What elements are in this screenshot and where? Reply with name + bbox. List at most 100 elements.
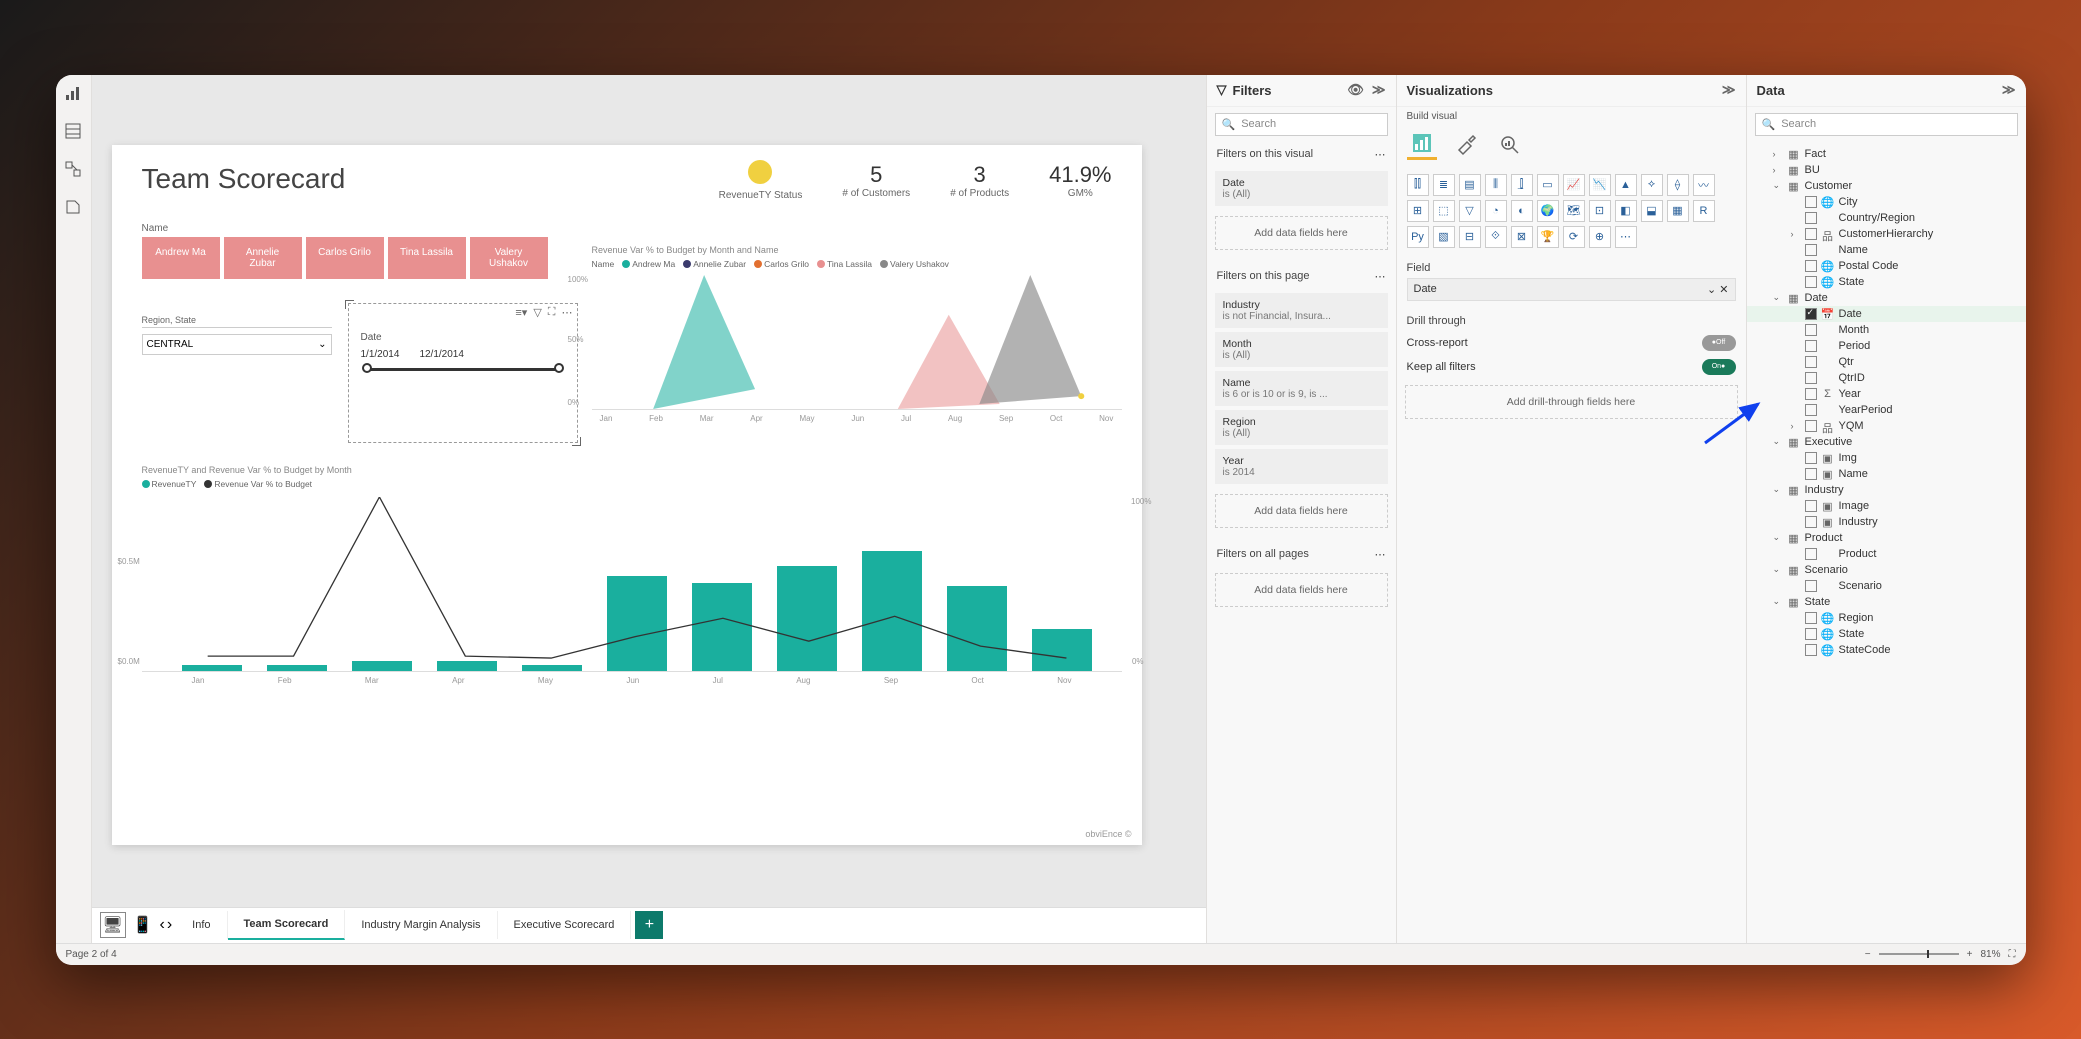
table-view-icon[interactable] <box>63 121 83 141</box>
collapse-icon[interactable]: ≫ <box>1372 82 1386 98</box>
checkbox[interactable] <box>1805 372 1817 384</box>
remove-field-icon[interactable]: ✕ <box>1719 284 1728 296</box>
viz-type-1[interactable]: ≣ <box>1433 174 1455 196</box>
checkbox[interactable] <box>1805 308 1817 320</box>
checkbox[interactable] <box>1805 244 1817 256</box>
name-carlos[interactable]: Carlos Grilo <box>306 237 384 279</box>
tree-field-product[interactable]: Product <box>1747 546 2026 562</box>
checkbox[interactable] <box>1805 548 1817 560</box>
checkbox[interactable] <box>1805 276 1817 288</box>
tree-field-period[interactable]: Period <box>1747 338 2026 354</box>
region-dropdown[interactable]: CENTRAL⌄ <box>142 334 332 355</box>
viz-type-10[interactable]: ⟠ <box>1667 174 1689 196</box>
tree-field-date[interactable]: 📅Date <box>1747 306 2026 322</box>
zoom-out-icon[interactable]: − <box>1865 949 1871 960</box>
fit-page-icon[interactable]: ⛶ <box>2009 949 2016 960</box>
model-view-icon[interactable] <box>63 159 83 179</box>
viz-type-24[interactable]: Py <box>1407 226 1429 248</box>
mobile-layout-icon[interactable]: 📱 <box>130 912 156 938</box>
viz-type-18[interactable]: 🗺 <box>1563 200 1585 222</box>
viz-type-11[interactable]: 〰 <box>1693 174 1715 196</box>
checkbox[interactable] <box>1805 612 1817 624</box>
checkbox[interactable] <box>1805 516 1817 528</box>
tree-field-scenario[interactable]: Scenario <box>1747 578 2026 594</box>
filters-search[interactable]: 🔍Search <box>1215 113 1388 136</box>
checkbox[interactable] <box>1805 580 1817 592</box>
more-icon[interactable]: ⋯ <box>562 306 573 319</box>
tree-field-img[interactable]: ▣Img <box>1747 450 2026 466</box>
tree-field-country-region[interactable]: Country/Region <box>1747 210 2026 226</box>
focus-icon[interactable]: ⛶ <box>548 306 556 319</box>
analytics-tab[interactable] <box>1495 130 1525 160</box>
desktop-layout-icon[interactable]: 🖥 <box>100 912 126 938</box>
tree-field-industry[interactable]: ▣Industry <box>1747 514 2026 530</box>
viz-type-21[interactable]: ⬓ <box>1641 200 1663 222</box>
viz-type-31[interactable]: ⊕ <box>1589 226 1611 248</box>
checkbox[interactable] <box>1805 356 1817 368</box>
viz-type-28[interactable]: ⊠ <box>1511 226 1533 248</box>
cross-report-toggle[interactable]: ●Off <box>1702 335 1736 351</box>
tree-field-image[interactable]: ▣Image <box>1747 498 2026 514</box>
checkbox[interactable] <box>1805 340 1817 352</box>
filter-card[interactable]: Yearis 2014 <box>1215 449 1388 484</box>
tab-executive[interactable]: Executive Scorecard <box>498 911 632 939</box>
tab-info[interactable]: Info <box>176 911 227 939</box>
filter-card[interactable]: Nameis 6 or is 10 or is 9, is ... <box>1215 371 1388 406</box>
data-search[interactable]: 🔍Search <box>1755 113 2018 136</box>
filter-card[interactable]: Industryis not Financial, Insura... <box>1215 293 1388 328</box>
tree-table-scenario[interactable]: ⌄▦Scenario <box>1747 562 2026 578</box>
kpi-products[interactable]: 3 # of Products <box>950 162 1009 199</box>
viz-type-20[interactable]: ◧ <box>1615 200 1637 222</box>
viz-type-30[interactable]: ⟳ <box>1563 226 1585 248</box>
viz-type-9[interactable]: ⟡ <box>1641 174 1663 196</box>
tree-field-name[interactable]: ▣Name <box>1747 466 2026 482</box>
eye-icon[interactable]: 👁 <box>1347 82 1364 98</box>
tree-table-industry[interactable]: ⌄▦Industry <box>1747 482 2026 498</box>
filter-icon[interactable]: ▽ <box>533 306 541 319</box>
checkbox[interactable] <box>1805 324 1817 336</box>
report-canvas[interactable]: Team Scorecard RevenueTY Status 5 # of C… <box>112 145 1142 845</box>
checkbox[interactable] <box>1805 644 1817 656</box>
collapse-icon[interactable]: ≫ <box>1722 82 1736 98</box>
tree-field-qtr[interactable]: Qtr <box>1747 354 2026 370</box>
chart-revenue-combo[interactable]: RevenueTY and Revenue Var % to Budget by… <box>142 465 1122 695</box>
filter-card[interactable]: Regionis (All) <box>1215 410 1388 445</box>
build-visual-tab[interactable] <box>1407 130 1437 160</box>
viz-type-2[interactable]: ▤ <box>1459 174 1481 196</box>
add-visual-filter[interactable]: Add data fields here <box>1215 216 1388 250</box>
checkbox[interactable] <box>1805 388 1817 400</box>
more-icon[interactable]: ⋯ <box>1375 548 1386 561</box>
kpi-gm[interactable]: 41.9% GM% <box>1049 162 1111 199</box>
tree-field-month[interactable]: Month <box>1747 322 2026 338</box>
tree-table-product[interactable]: ⌄▦Product <box>1747 530 2026 546</box>
slider-handle-end[interactable] <box>554 363 564 373</box>
prev-page-icon[interactable]: ‹ <box>160 916 165 934</box>
tree-field-name[interactable]: Name <box>1747 242 2026 258</box>
tree-field-customerhierarchy[interactable]: ›品CustomerHierarchy <box>1747 226 2026 242</box>
tab-industry[interactable]: Industry Margin Analysis <box>345 911 497 939</box>
viz-type-26[interactable]: ⊟ <box>1459 226 1481 248</box>
zoom-slider[interactable] <box>1879 953 1959 955</box>
kpi-customers[interactable]: 5 # of Customers <box>842 162 910 199</box>
viz-type-5[interactable]: ▭ <box>1537 174 1559 196</box>
tree-field-yqm[interactable]: ›品YQM <box>1747 418 2026 434</box>
filter-card[interactable]: Dateis (All) <box>1215 171 1388 206</box>
checkbox[interactable] <box>1805 452 1817 464</box>
dax-view-icon[interactable] <box>63 197 83 217</box>
keep-filters-toggle[interactable]: On● <box>1702 359 1736 375</box>
viz-type-14[interactable]: ▽ <box>1459 200 1481 222</box>
tree-table-executive[interactable]: ⌄▦Executive <box>1747 434 2026 450</box>
slider-handle-start[interactable] <box>362 363 372 373</box>
checkbox[interactable] <box>1805 404 1817 416</box>
chart-revenue-var[interactable]: Revenue Var % to Budget by Month and Nam… <box>592 245 1122 435</box>
collapse-icon[interactable]: ≫ <box>2002 82 2016 98</box>
tree-field-year[interactable]: ΣYear <box>1747 386 2026 402</box>
name-tina[interactable]: Tina Lassila <box>388 237 466 279</box>
viz-type-25[interactable]: ▧ <box>1433 226 1455 248</box>
checkbox[interactable] <box>1805 628 1817 640</box>
region-slicer[interactable]: Region, State CENTRAL⌄ <box>142 315 332 355</box>
add-drill-fields[interactable]: Add drill-through fields here <box>1405 385 1738 419</box>
date-start[interactable]: 1/1/2014 <box>361 349 400 360</box>
viz-type-0[interactable]: ⫿⫿ <box>1407 174 1429 196</box>
checkbox[interactable] <box>1805 260 1817 272</box>
